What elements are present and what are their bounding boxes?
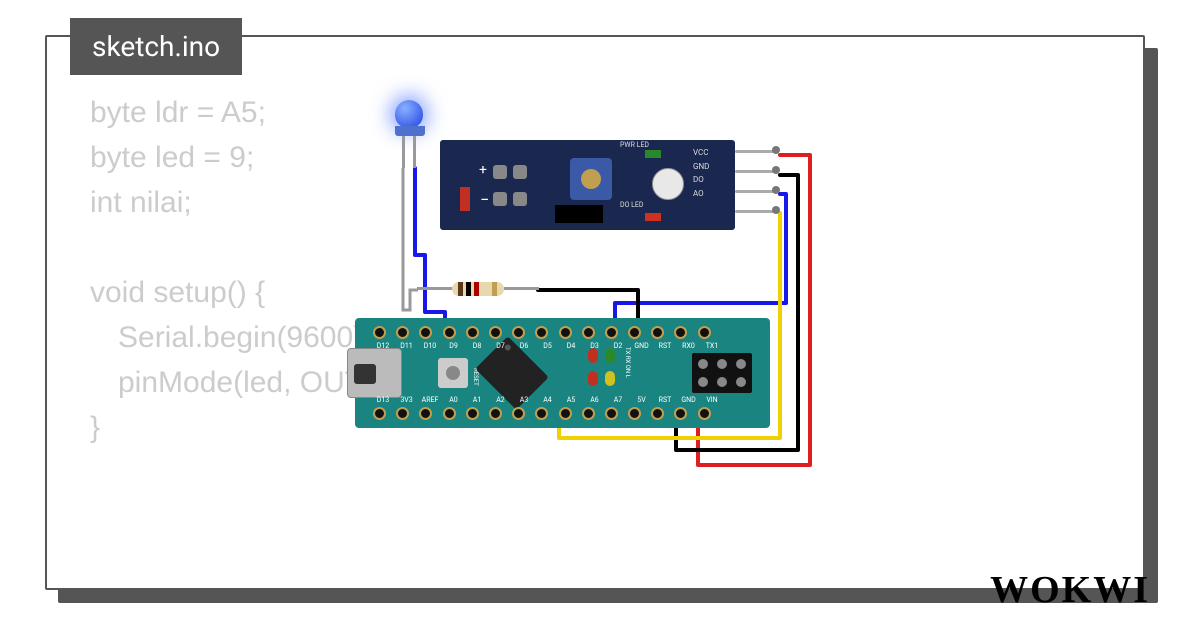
ldr-pad [513,192,527,206]
resistor-band-2 [466,282,471,296]
resistor-component[interactable] [442,282,514,296]
led-cathode [402,136,405,168]
nano-top-pin-row [373,326,711,339]
ldr-pin-tips [772,146,780,226]
nano-reset-button[interactable] [438,358,468,388]
ldr-trimmer-pot[interactable] [570,158,612,200]
nano-status-leds [588,348,618,394]
resistor-band-3 [474,282,479,296]
ldr-pin-labels: VCC GND DO AO [693,146,709,200]
resistor-lead-left [417,287,452,290]
nano-bottom-pin-labels: D133V3AREF A0A1A2 A3A4A5 A6A75V RSTGNDVI… [373,396,722,404]
ldr-comparator-chip [555,205,603,223]
ldr-minus-label: − [480,190,489,209]
nano-icsp-header [692,353,752,393]
resistor-band-4 [492,282,497,296]
ldr-capacitor [460,187,470,211]
nano-bottom-pin-row [373,407,711,420]
nano-led-labels: TX RX ON L [623,347,631,378]
led-anode [413,136,416,168]
resistor-band-1 [458,282,463,296]
wokwi-logo: WOKWI [990,568,1150,612]
ldr-plus-label: + [479,162,487,178]
filename-tab[interactable]: sketch.ino [70,18,242,75]
ldr-pad [513,165,527,179]
ldr-module[interactable]: + − PWR LED DO LED VCC GND DO AO [440,140,735,230]
simulator-canvas[interactable]: + − PWR LED DO LED VCC GND DO AO [340,100,880,470]
ldr-pwr-led-label: PWR LED [620,142,649,149]
ldr-do-led-label: DO LED [620,202,644,209]
nano-usb-port [347,348,402,398]
ldr-photoresistor[interactable] [652,168,684,200]
arduino-nano[interactable]: RESET TX RX ON L D12D11D10 D9D8D7 D6D5D4 [355,318,770,428]
ldr-pad [493,165,507,179]
led-component[interactable] [395,100,427,140]
ldr-pad [493,192,507,206]
ldr-do-led [645,213,661,221]
resistor-lead-right [504,287,539,290]
ldr-header-pins [735,150,775,230]
led-bulb [395,100,423,128]
ldr-power-led [645,150,661,158]
led-base [395,126,425,136]
nano-top-pin-labels: D12D11D10 D9D8D7 D6D5D4 D3D2GND RSTRX0TX… [373,342,722,350]
